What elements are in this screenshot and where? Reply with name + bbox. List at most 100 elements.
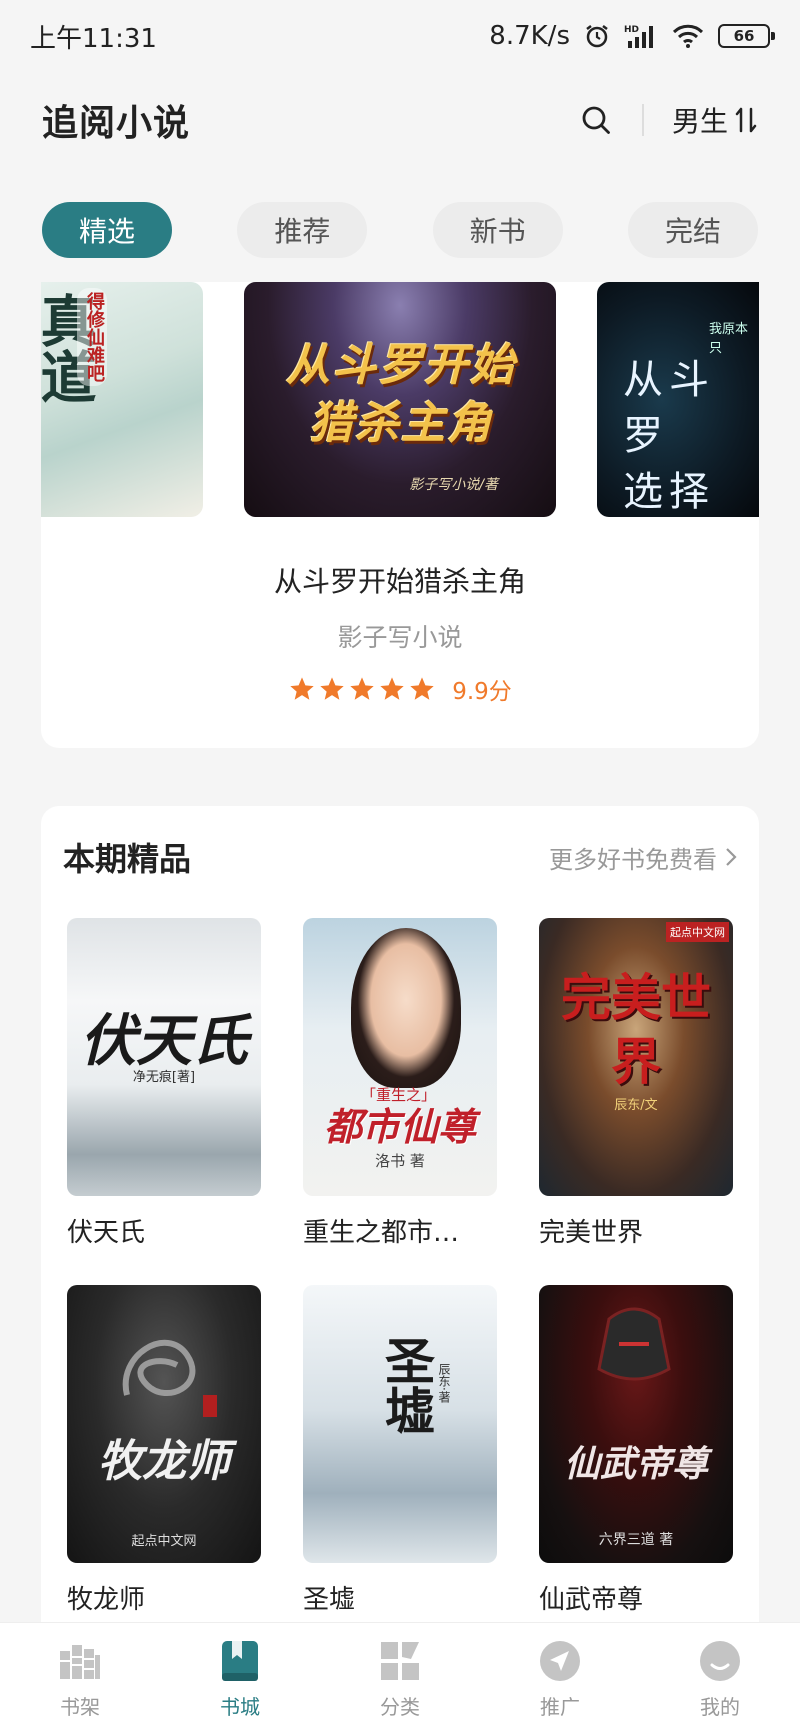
battery-icon: 66 xyxy=(718,24,775,48)
star-icon xyxy=(380,677,404,700)
cover-title-line2: 选择 xyxy=(623,469,715,515)
carousel-cover-prev[interactable]: 真道 得修仙难吧 xyxy=(41,282,203,517)
search-icon xyxy=(582,106,610,134)
cover-seal xyxy=(203,1395,217,1417)
rating-score: 9.9分 xyxy=(452,679,512,705)
header-actions: 男生 xyxy=(576,100,758,140)
star-icon xyxy=(410,677,434,700)
cover-title: 从斗罗开始 猎杀主角 xyxy=(256,337,546,453)
cover-author: 净无痕[著] xyxy=(132,1070,196,1085)
tab-recommend[interactable]: 推荐 xyxy=(237,202,368,258)
cover-author: 洛书 著 xyxy=(375,1152,425,1170)
publisher-logo: 起点中文网 xyxy=(131,1534,197,1549)
svg-text:HD: HD xyxy=(624,25,639,35)
nav-label: 书城 xyxy=(220,1695,260,1719)
book-cover[interactable]: 牧龙师 起点中文网 xyxy=(67,1285,261,1563)
featured-book-title[interactable]: 从斗罗开始猎杀主角 xyxy=(41,560,759,600)
dragon-art xyxy=(122,1339,196,1397)
cover-title-line2: 猎杀主角 xyxy=(309,398,493,449)
book-cover[interactable]: 圣墟 辰东·著 xyxy=(303,1285,497,1563)
nav-label: 书架 xyxy=(60,1695,100,1719)
book-title: 仙武帝尊 xyxy=(539,1585,644,1615)
book-item[interactable]: 仙武帝尊 六界三道 著 仙武帝尊 xyxy=(539,1285,733,1616)
star-icon xyxy=(350,677,374,700)
book-icon xyxy=(218,1639,262,1683)
cover-author: 六界三道 著 xyxy=(598,1532,674,1548)
nav-profile[interactable]: 我的 xyxy=(650,1623,790,1733)
chevron-right-icon xyxy=(726,848,737,866)
featured-carousel[interactable]: 真道 得修仙难吧 从斗罗开始 猎杀主角 影子写小说/著 我原本只 从斗罗 选择 xyxy=(41,282,759,517)
book-item[interactable]: 起点中文网 完美世界 辰东/文 完美世界 xyxy=(539,918,733,1249)
cover-title: 完美世界 xyxy=(561,968,711,1091)
book-cover[interactable]: 起点中文网 完美世界 辰东/文 xyxy=(539,918,733,1196)
publisher-badge: 起点中文网 xyxy=(666,922,729,942)
featured-card: 真道 得修仙难吧 从斗罗开始 猎杀主角 影子写小说/著 我原本只 从斗罗 选择 … xyxy=(41,282,759,748)
cover-author: 辰东/文 xyxy=(614,1098,658,1113)
cover-portrait xyxy=(351,928,461,1088)
nav-label: 推广 xyxy=(540,1695,580,1719)
cover-title: 牧龙师 xyxy=(98,1436,230,1487)
alarm-icon xyxy=(584,23,610,49)
book-item[interactable]: 「重生之」 都市仙尊 洛书 著 重生之都市… xyxy=(303,918,497,1249)
swap-icon xyxy=(735,107,757,133)
featured-book-author: 影子写小说 xyxy=(337,623,463,652)
category-tabs: 精选 推荐 新书 完结 xyxy=(42,202,758,258)
book-title: 重生之都市… xyxy=(303,1218,460,1248)
book-title: 完美世界 xyxy=(539,1218,644,1248)
book-cover[interactable]: 仙武帝尊 六界三道 著 xyxy=(539,1285,733,1563)
category-icon xyxy=(378,1639,422,1683)
network-speed: 8.7K/s xyxy=(489,21,570,51)
nav-promotion[interactable]: 推广 xyxy=(490,1623,630,1733)
book-item[interactable]: 圣墟 辰东·著 圣墟 xyxy=(303,1285,497,1616)
nav-category[interactable]: 分类 xyxy=(330,1623,470,1733)
book-grid: 伏天氏 净无痕[著] 伏天氏 「重生之」 都市仙尊 洛书 著 重生之都市… 起点… xyxy=(67,918,733,1616)
more-books-link[interactable]: 更多好书免费看 xyxy=(549,840,739,875)
cover-title-line1: 从斗罗 xyxy=(623,357,715,459)
bottom-nav: 书架 书城 分类 推广 我的 xyxy=(0,1622,800,1733)
section-header: 本期精品 更多好书免费看 xyxy=(63,834,739,880)
status-bar: 上午11:31 8.7K/s HD 66 xyxy=(0,0,800,72)
gender-switch-button[interactable]: 男生 xyxy=(672,100,758,140)
cover-author: 影子写小说/著 xyxy=(409,477,498,493)
status-icons: 8.7K/s HD 66 xyxy=(489,21,775,51)
send-icon xyxy=(538,1639,582,1683)
gender-label: 男生 xyxy=(671,105,728,138)
cover-tag: 得修仙难吧 xyxy=(77,288,107,386)
cover-title-line1: 从斗罗开始 xyxy=(286,340,516,391)
book-item[interactable]: 牧龙师 起点中文网 牧龙师 xyxy=(67,1285,261,1616)
hd-signal-icon: HD xyxy=(624,23,658,49)
nav-label: 分类 xyxy=(380,1695,420,1719)
app-header: 追阅小说 男生 xyxy=(0,85,800,155)
cover-title: 圣墟 xyxy=(377,1335,436,1435)
search-button[interactable] xyxy=(576,100,616,140)
cover-author: 辰东·著 xyxy=(437,1363,451,1403)
carousel-cover-next[interactable]: 我原本只 从斗罗 选择 xyxy=(597,282,759,517)
nav-bookstore[interactable]: 书城 xyxy=(170,1623,310,1733)
bookshelf-icon xyxy=(58,1639,102,1683)
carousel-cover-current[interactable]: 从斗罗开始 猎杀主角 影子写小说/著 xyxy=(244,282,556,517)
tab-completed[interactable]: 完结 xyxy=(627,202,758,258)
cover-title: 都市仙尊 xyxy=(323,1104,476,1149)
premium-section: 本期精品 更多好书免费看 伏天氏 净无痕[著] 伏天氏 「重生之」 都市仙尊 洛… xyxy=(41,806,759,1706)
profile-icon xyxy=(698,1639,742,1683)
tab-new-books[interactable]: 新书 xyxy=(432,202,563,258)
wifi-icon xyxy=(672,24,704,48)
header-divider xyxy=(641,104,644,136)
book-title: 圣墟 xyxy=(303,1585,356,1615)
star-icon xyxy=(320,677,344,700)
book-item[interactable]: 伏天氏 净无痕[著] 伏天氏 xyxy=(67,918,261,1249)
book-title: 伏天氏 xyxy=(67,1218,146,1248)
book-cover[interactable]: 伏天氏 净无痕[著] xyxy=(67,918,261,1196)
nav-bookshelf[interactable]: 书架 xyxy=(10,1623,150,1733)
cover-title: 伏天氏 xyxy=(80,1008,248,1074)
cover-title: 从斗罗 选择 xyxy=(623,352,759,517)
tab-selected[interactable]: 精选 xyxy=(42,202,172,258)
featured-rating: 9.9分 xyxy=(41,672,759,706)
section-title: 本期精品 xyxy=(63,840,192,878)
book-title: 牧龙师 xyxy=(67,1585,146,1615)
warrior-art xyxy=(597,1307,671,1381)
book-cover[interactable]: 「重生之」 都市仙尊 洛书 著 xyxy=(303,918,497,1196)
app-title: 追阅小说 xyxy=(42,102,191,144)
cover-title: 仙武帝尊 xyxy=(563,1443,708,1485)
cover-small-text: 我原本只 xyxy=(709,322,749,356)
